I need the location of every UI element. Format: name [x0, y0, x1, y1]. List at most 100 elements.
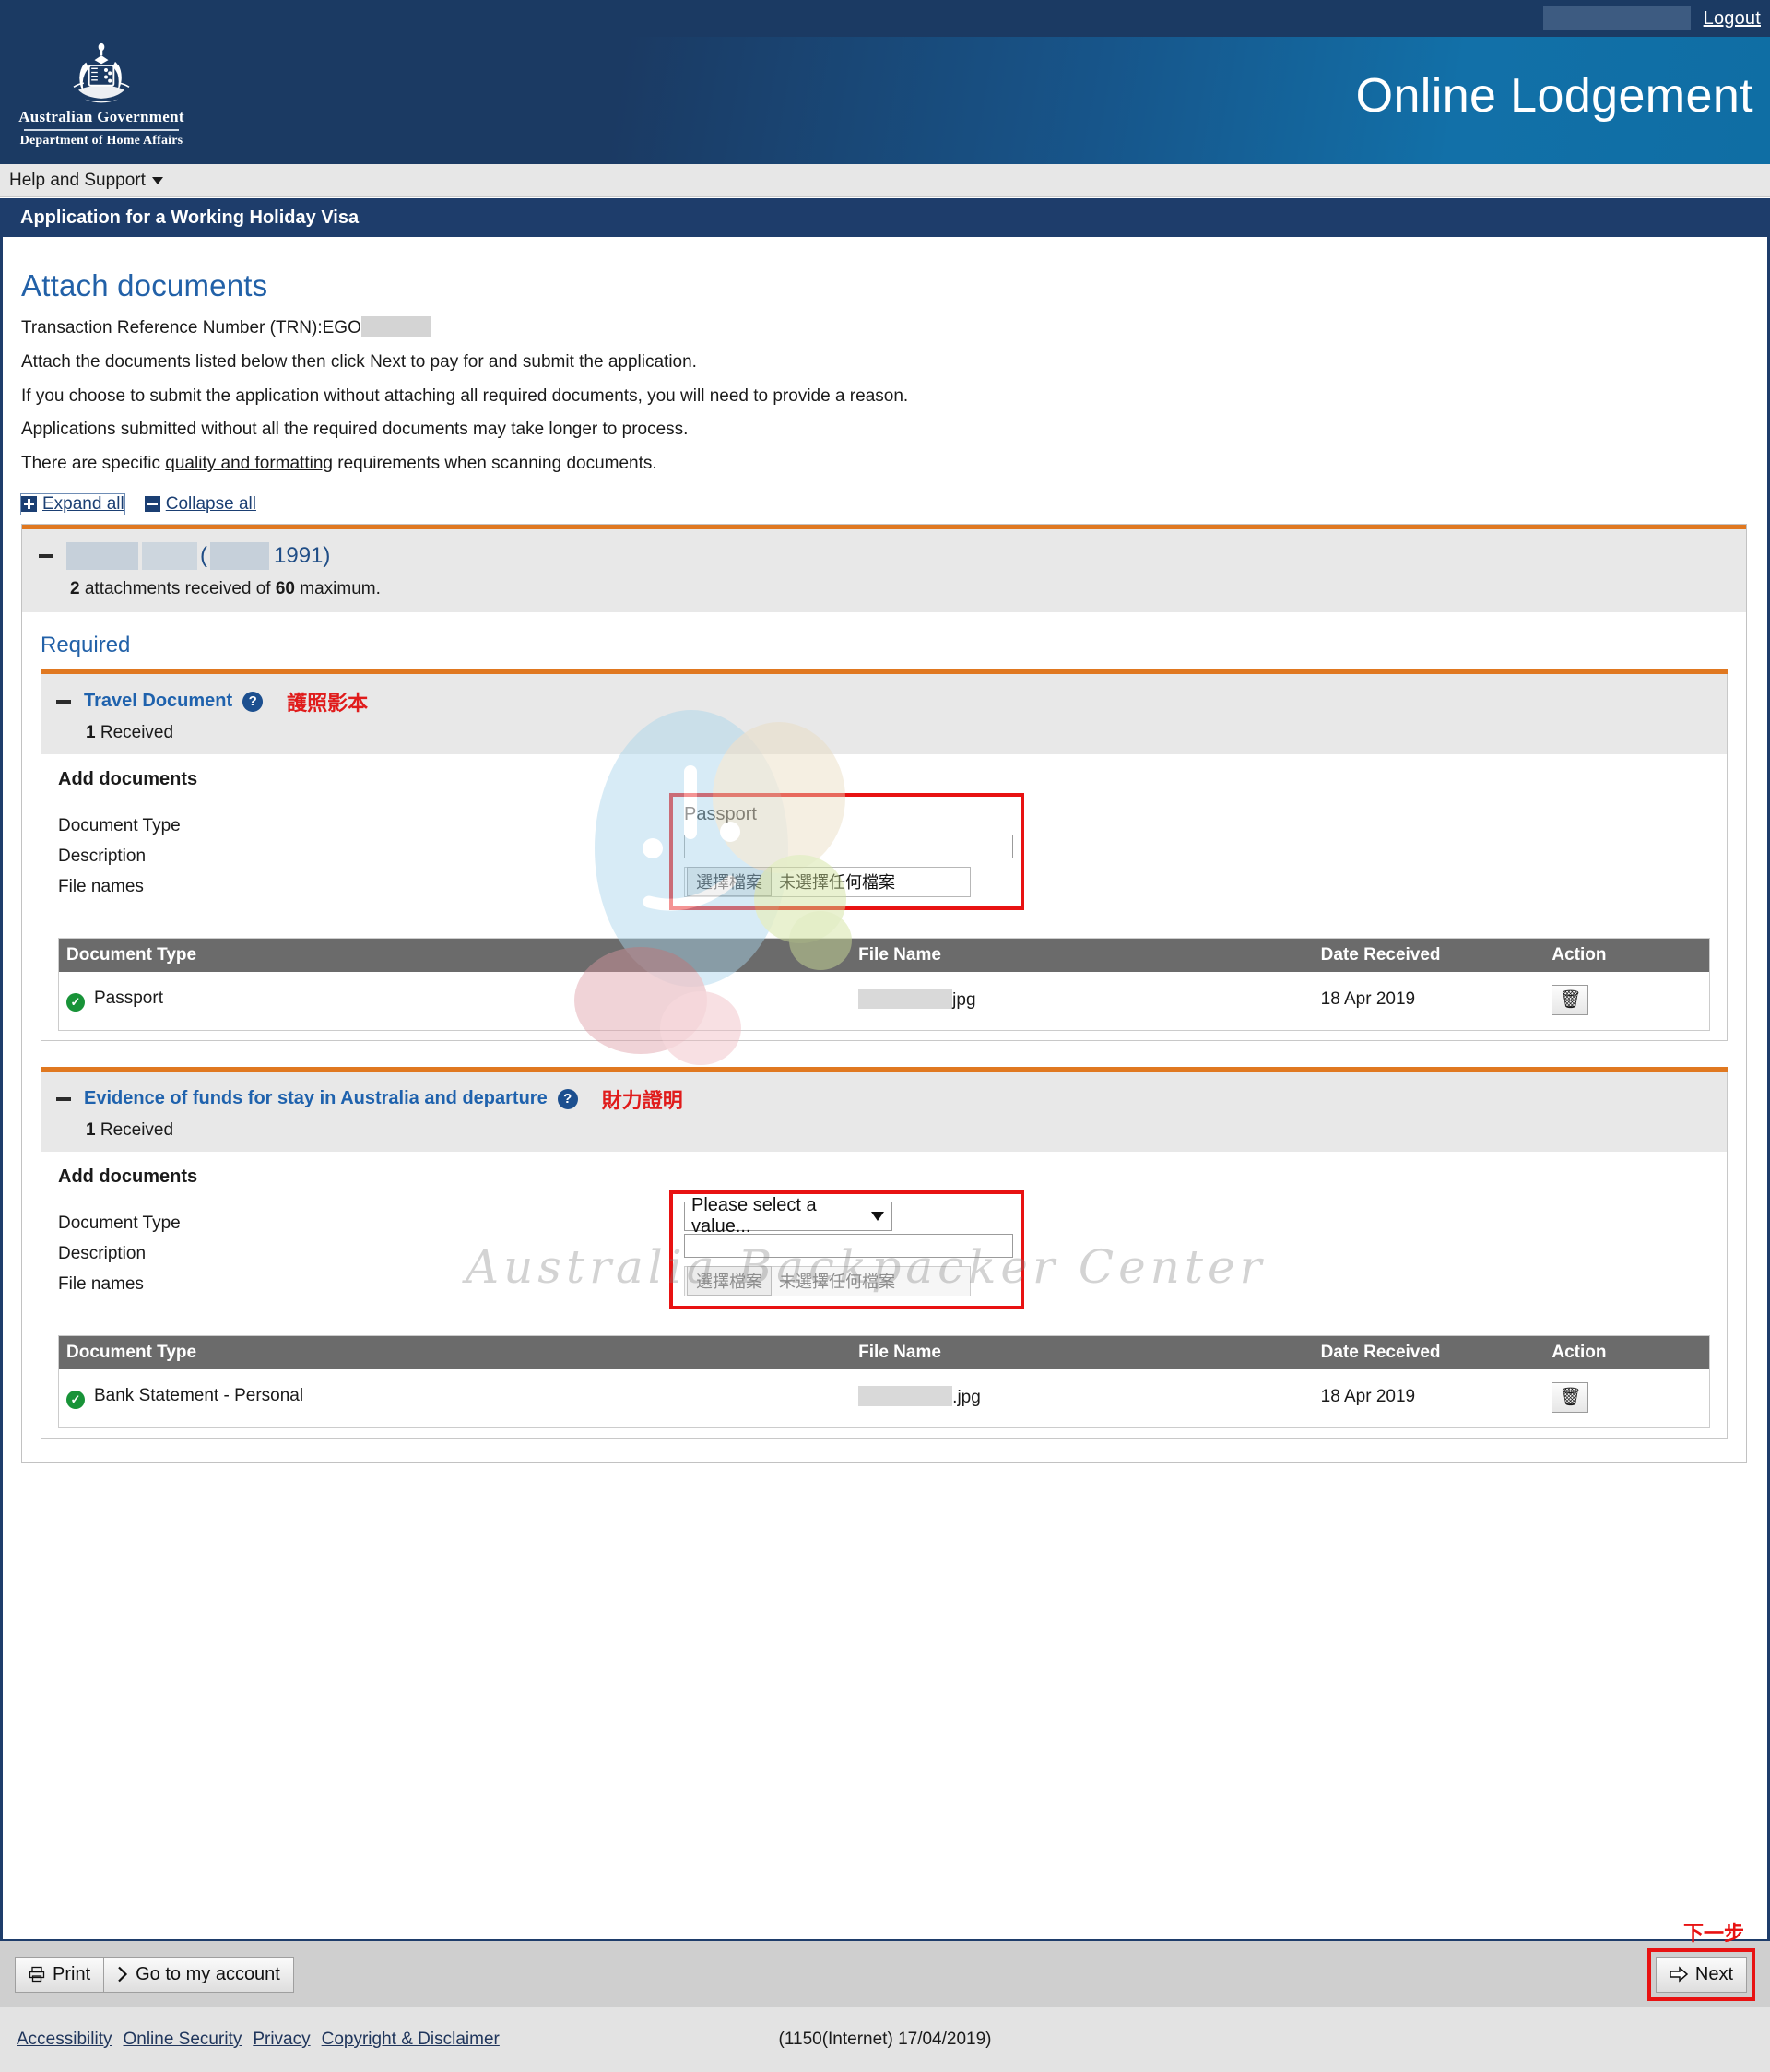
section-2-received-line: 1 Received: [41, 1114, 1727, 1141]
section-2-file-status-text: 未選擇任何檔案: [779, 1273, 895, 1292]
collapse-all-button[interactable]: Collapse all: [144, 494, 256, 515]
green-check-icon: ✓: [66, 992, 85, 1012]
next-button-highlight: 下一步 Next: [1646, 1922, 1755, 2001]
logout-link[interactable]: Logout: [1691, 8, 1770, 30]
section-1-documents-table: Document Type File Name Date Received Ac…: [58, 937, 1710, 1031]
section-1-file-input[interactable]: 選擇檔案 未選擇任何檔案: [684, 866, 971, 897]
chevron-right-icon: [118, 1966, 128, 1983]
crest-divider: [24, 129, 179, 131]
section-2-annotation: 財力證明: [601, 1088, 683, 1112]
top-utility-bar-right: Logout: [1542, 0, 1770, 37]
question-mark-icon[interactable]: ?: [557, 1088, 578, 1109]
trash-icon[interactable]: 🗑: [1552, 1381, 1589, 1413]
section-2-highlight-box: Please select a value... 選擇檔案 未選擇任何檔案: [669, 1190, 1024, 1309]
section-2-documents-table: Document Type File Name Date Received Ac…: [58, 1334, 1710, 1428]
applicant-panel-body: Required Travel Document ? 護照影本 1 Receiv…: [22, 611, 1746, 1462]
section-1-form: Document Type Description File names Pas…: [58, 792, 1710, 921]
footer-link-copyright-disclaimer[interactable]: Copyright & Disclaimer: [322, 2030, 500, 2050]
redacted-given-name: [66, 541, 138, 570]
go-to-my-account-label: Go to my account: [136, 1963, 280, 1984]
section-2-cell-file-name: .jpg: [851, 1368, 1314, 1428]
section-2-form-labels: Document Type Description File names: [58, 1208, 648, 1299]
section-2-row-0-document-type: Bank Statement - Personal: [94, 1385, 304, 1405]
section-2-body: Add documents Document Type Description …: [41, 1151, 1727, 1438]
instruction-paragraph-3: Applications submitted without all the r…: [21, 420, 689, 440]
section-1-description-input[interactable]: [684, 834, 1013, 858]
section-1-title-row: Travel Document ? 護照影本: [41, 687, 1727, 716]
section-2-received-count: 1: [86, 1119, 96, 1140]
required-heading: Required: [41, 632, 131, 657]
section-1-body: Add documents Document Type Description …: [41, 753, 1727, 1040]
section-2-th-document-type: Document Type: [58, 1335, 852, 1369]
page-title: Attach documents: [21, 268, 268, 302]
footer-link-accessibility[interactable]: Accessibility: [17, 2030, 112, 2050]
next-button-label: Next: [1694, 1963, 1733, 1984]
section-2-choose-file-button[interactable]: 選擇檔案: [687, 1266, 772, 1296]
section-1-received-label: Received: [95, 722, 174, 742]
redacted-file-name: [858, 1386, 953, 1407]
expand-all-button[interactable]: Expand all: [20, 492, 125, 515]
section-1-file-status-text: 未選擇任何檔案: [779, 873, 895, 893]
redacted-username: [1542, 6, 1691, 30]
section-2-document-type-value: Please select a value...: [691, 1194, 817, 1237]
section-2-document-type-label: Document Type: [58, 1213, 181, 1233]
section-2-form: Document Type Description File names Ple…: [58, 1190, 1710, 1319]
footer-link-online-security[interactable]: Online Security: [123, 2030, 242, 2050]
help-and-support-label: Help and Support: [9, 170, 146, 190]
trn-line: Transaction Reference Number (TRN):EGO: [21, 316, 1747, 338]
footer-link-privacy[interactable]: Privacy: [253, 2030, 310, 2050]
section-2-table-header-row: Document Type File Name Date Received Ac…: [58, 1335, 1710, 1369]
print-button[interactable]: Print: [15, 1956, 105, 1993]
section-1-cell-document-type: ✓ Passport: [58, 971, 852, 1031]
document-section-travel-document: Travel Document ? 護照影本 1 Received Add do…: [41, 673, 1728, 1041]
table-row: ✓ Passport jpg 18 Apr 2019 🗑: [58, 971, 1710, 1031]
trash-icon[interactable]: 🗑: [1552, 984, 1589, 1015]
section-1-header: Travel Document ? 護照影本 1 Received: [41, 673, 1727, 754]
section-1-row-0-document-type: Passport: [94, 988, 163, 1008]
australian-government-crest: Australian Government Department of Home…: [18, 42, 184, 148]
section-1-cell-file-name: jpg: [851, 971, 1314, 1031]
applicant-name-row: ( 1991): [22, 541, 1746, 570]
section-2-document-type-select[interactable]: Please select a value...: [684, 1195, 892, 1237]
attachment-count-mid: attachments received of: [79, 578, 276, 598]
quality-and-formatting-link[interactable]: quality and formatting: [165, 454, 333, 473]
help-and-support-menu[interactable]: Help and Support: [0, 164, 1770, 197]
section-1-collapse-toggle[interactable]: [56, 699, 71, 704]
page-banner: Application for a Working Holiday Visa: [0, 197, 1770, 237]
next-button[interactable]: Next: [1655, 1956, 1747, 1993]
applicant-open-paren: (: [200, 542, 207, 568]
section-1-file-names-label: File names: [58, 876, 144, 896]
section-2-header: Evidence of funds for stay in Australia …: [41, 1071, 1727, 1152]
table-row: ✓ Bank Statement - Personal .jpg 18 Apr 2…: [58, 1368, 1710, 1428]
attachment-count-line: 2 attachments received of 60 maximum.: [22, 570, 1746, 599]
next-button-annotation: 下一步: [1682, 1921, 1744, 1945]
go-to-my-account-button[interactable]: Go to my account: [104, 1956, 294, 1993]
section-1-th-action: Action: [1544, 938, 1710, 972]
section-1-th-file-name: File Name: [851, 938, 1314, 972]
app-title: Online Lodgement: [1355, 69, 1753, 123]
section-1-document-type-value: Passport: [684, 803, 757, 824]
section-1-choose-file-button[interactable]: 選擇檔案: [687, 867, 772, 897]
section-2-collapse-toggle[interactable]: [56, 1096, 71, 1101]
attachment-count-value: 2: [70, 578, 80, 598]
green-check-icon: ✓: [66, 1390, 85, 1409]
section-2-th-date-received: Date Received: [1313, 1335, 1545, 1369]
question-mark-icon[interactable]: ?: [242, 691, 264, 712]
section-1-title[interactable]: Travel Document: [84, 691, 232, 712]
attachment-max-value: 60: [275, 578, 295, 598]
redacted-dob: [210, 541, 269, 570]
print-button-label: Print: [53, 1963, 91, 1984]
page-banner-title: Application for a Working Holiday Visa: [20, 207, 360, 228]
applicant-header: ( 1991) 2 attachments received of 60 max…: [22, 528, 1746, 612]
section-2-received-label: Received: [95, 1119, 174, 1140]
redacted-trn: [360, 316, 431, 337]
section-2-file-input[interactable]: 選擇檔案 未選擇任何檔案: [684, 1265, 971, 1296]
section-2-title[interactable]: Evidence of funds for stay in Australia …: [84, 1088, 548, 1109]
section-1-form-labels: Document Type Description File names: [58, 811, 648, 902]
applicant-collapse-toggle[interactable]: [39, 553, 53, 558]
printer-icon: [29, 1966, 45, 1983]
section-1-document-type-label: Document Type: [58, 815, 181, 835]
minus-square-icon: [144, 496, 160, 513]
paragraph-4-pre: There are specific: [21, 454, 166, 474]
trn-label: Transaction Reference Number (TRN):EGO: [21, 318, 361, 337]
